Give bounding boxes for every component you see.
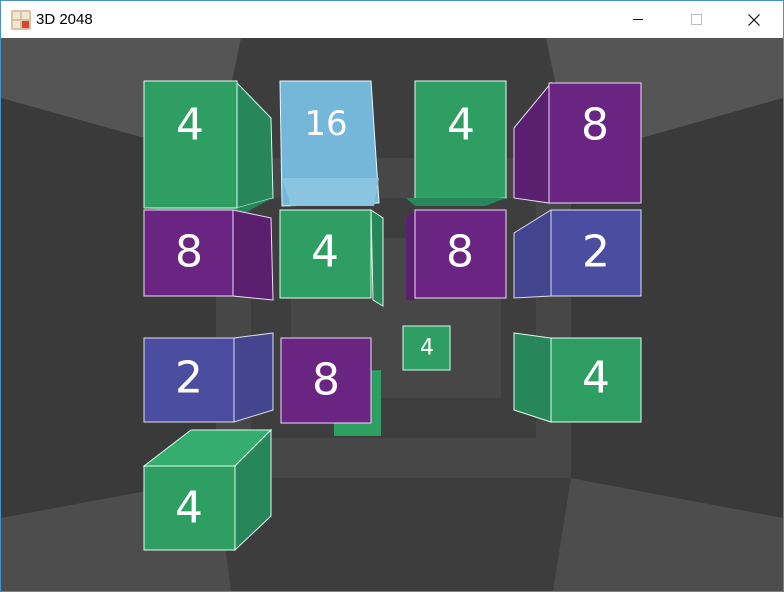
game-app-icon bbox=[11, 10, 31, 30]
tile-8-middle-left: 8 bbox=[143, 209, 274, 301]
tile-4-top-right: 4 bbox=[406, 80, 507, 206]
tile-4-middle: 4 bbox=[279, 209, 384, 307]
corridor bbox=[1, 38, 783, 591]
game-viewport[interactable]: 4 16 4 8 8 4 8 2 2 8 4 4 4 bbox=[1, 38, 783, 591]
tile-16-top-label: 16 bbox=[304, 104, 347, 144]
tile-8-middle-right: 8 bbox=[406, 209, 507, 300]
maximize-button[interactable] bbox=[667, 1, 725, 38]
tile-8-middle-right-label: 8 bbox=[446, 227, 474, 278]
game-board: 4 16 4 8 8 4 8 2 2 8 4 4 4 bbox=[1, 38, 783, 591]
tile-4-small-back: 4 bbox=[402, 325, 451, 371]
tile-4-middle-label: 4 bbox=[311, 227, 339, 278]
tile-2-middle-far-right-label: 2 bbox=[582, 227, 610, 278]
app-window: 3D 2048 4 16 4 8 8 4 8 2 2 8 4 4 4 bbox=[0, 0, 784, 592]
tile-4-top-right-label: 4 bbox=[447, 100, 475, 151]
tile-8-middle-left-label: 8 bbox=[175, 227, 203, 278]
maximize-icon bbox=[690, 14, 702, 25]
tile-2-lower-left-label: 2 bbox=[175, 353, 203, 404]
tile-2-middle-far-right: 2 bbox=[513, 209, 642, 299]
title-bar[interactable]: 3D 2048 bbox=[1, 1, 783, 38]
close-button[interactable] bbox=[725, 1, 783, 38]
tile-4-small-back-label: 4 bbox=[420, 336, 434, 361]
minimize-icon bbox=[633, 19, 643, 20]
tile-4-top-left-label: 4 bbox=[176, 100, 204, 151]
close-icon bbox=[748, 13, 760, 26]
tile-2-lower-left: 2 bbox=[143, 332, 274, 423]
tile-8-top-far-right-label: 8 bbox=[581, 100, 609, 151]
window-title: 3D 2048 bbox=[36, 11, 93, 28]
tile-8-lower-middle: 8 bbox=[280, 337, 381, 436]
minimize-button[interactable] bbox=[609, 1, 667, 38]
tile-4-lower-right: 4 bbox=[513, 332, 642, 423]
tile-4-lower-right-label: 4 bbox=[582, 353, 610, 404]
tile-16-top: 16 bbox=[279, 80, 380, 207]
tile-8-lower-middle-label: 8 bbox=[312, 355, 340, 406]
tile-4-top-left: 4 bbox=[143, 80, 274, 218]
tile-4-bottom-left-label: 4 bbox=[175, 483, 203, 534]
